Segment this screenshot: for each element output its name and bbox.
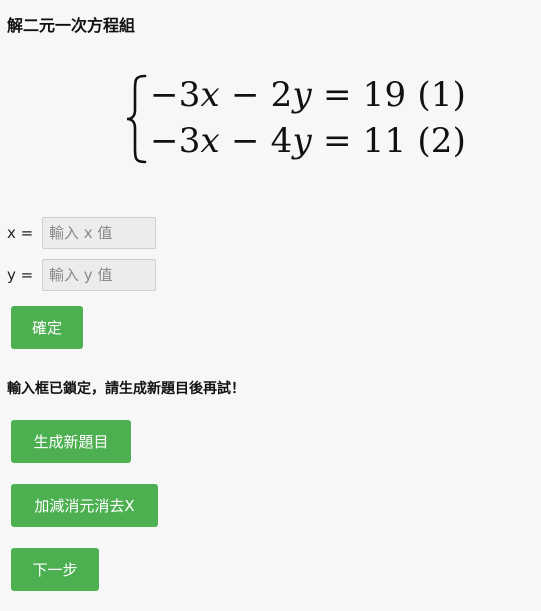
variable: y	[292, 75, 312, 115]
x-input[interactable]	[42, 217, 156, 249]
y-field-row: y =	[7, 259, 156, 291]
sign: −	[150, 75, 179, 115]
sign: −	[150, 121, 179, 161]
right-hand-side: 11	[362, 121, 407, 161]
y-label: y =	[7, 266, 34, 284]
operator: −	[230, 121, 260, 161]
status-message: 輸入框已鎖定，請生成新題目後再試！	[7, 381, 245, 397]
equals-sign: =	[322, 121, 352, 161]
x-field-row: x =	[7, 217, 156, 249]
coefficient: 3	[178, 121, 201, 161]
x-label: x =	[7, 224, 34, 242]
coefficient: 3	[178, 75, 201, 115]
coefficient: 2	[270, 75, 293, 115]
operator: −	[230, 75, 260, 115]
equation-system: −3x − 2y = 19 (1) −3x − 4y = 11 (2)	[125, 72, 466, 168]
equation-line-1: −3x − 2y = 19 (1)	[150, 75, 466, 115]
left-brace-icon	[126, 74, 147, 164]
y-input[interactable]	[42, 259, 156, 291]
page-title: 解二元一次方程組	[7, 16, 136, 35]
coefficient: 4	[270, 121, 293, 161]
variable: x	[200, 121, 220, 161]
variable: x	[200, 75, 220, 115]
equals-sign: =	[322, 75, 352, 115]
equation-tag: (1)	[417, 75, 467, 115]
variable: y	[292, 121, 312, 161]
new-problem-button[interactable]: 生成新題目	[11, 420, 131, 463]
equation-tag: (2)	[417, 121, 467, 161]
eliminate-x-button[interactable]: 加減消元消去X	[11, 484, 158, 527]
equation-line-2: −3x − 4y = 11 (2)	[150, 121, 466, 161]
right-hand-side: 19	[362, 75, 407, 115]
confirm-button[interactable]: 確定	[11, 306, 83, 349]
next-step-button[interactable]: 下一步	[11, 548, 99, 591]
